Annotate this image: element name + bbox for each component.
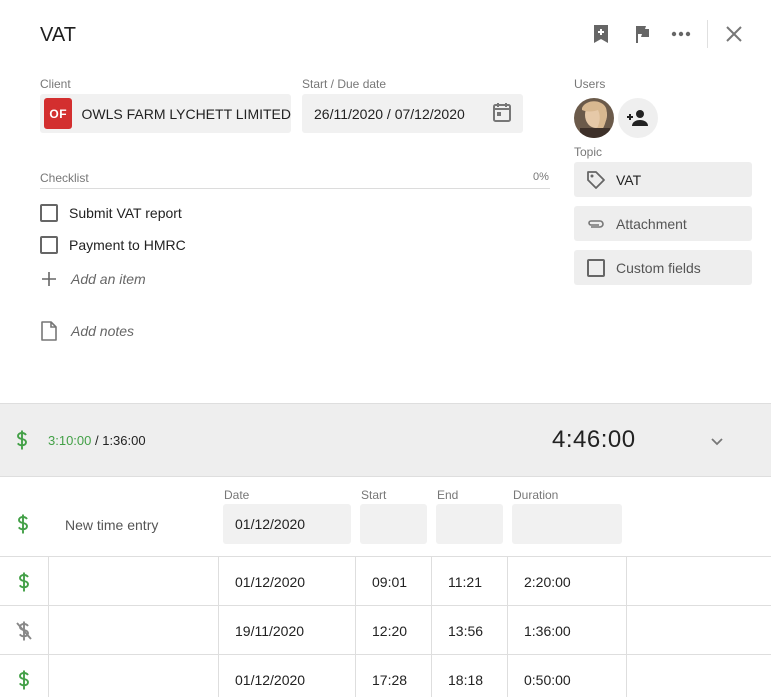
users-label: Users [574,77,606,91]
entry-duration[interactable]: 0:50:00 [508,655,627,697]
checklist-checkbox[interactable] [40,236,58,254]
duration-column-label: Duration [513,488,559,502]
checklist-item-label: Payment to HMRC [69,237,186,253]
time-entry-row[interactable]: 01/12/2020 17:28 18:18 0:50:00 [0,655,771,697]
total-time: 4:46:00 [552,426,636,453]
close-icon[interactable] [723,23,745,45]
attachment-button[interactable]: Attachment [574,206,752,241]
flag-icon[interactable] [631,23,653,45]
dollar-icon[interactable] [16,514,30,539]
entry-description[interactable] [49,606,219,655]
start-column-label: Start [361,488,387,502]
end-column-label: End [437,488,459,502]
date-range-value: 26/11/2020 / 07/12/2020 [314,105,465,122]
checklist-item[interactable]: Payment to HMRC [40,236,186,254]
topic-label: Topic [574,145,603,159]
entry-end[interactable]: 18:18 [432,655,508,697]
entry-description[interactable] [49,557,219,606]
time-entry-row[interactable]: 01/12/2020 09:01 11:21 2:20:00 [0,557,771,606]
entry-end-input[interactable] [436,504,503,544]
checkbox-outline-icon [587,258,605,277]
time-entry-row[interactable]: 19/11/2020 12:20 13:56 1:36:00 [0,606,771,655]
topic-value: VAT [616,171,642,188]
client-field[interactable]: OF OWLS FARM LYCHETT LIMITED [40,94,291,133]
checklist-item[interactable]: Submit VAT report [40,204,182,222]
entry-duration[interactable]: 1:36:00 [508,606,627,655]
person-add-icon [627,110,648,126]
dollar-icon [15,430,29,455]
new-time-entry-label: New time entry [65,517,159,533]
date-range-field[interactable]: 26/11/2020 / 07/12/2020 [302,94,523,133]
add-user-button[interactable] [618,98,658,138]
entry-duration[interactable]: 2:20:00 [508,557,627,606]
document-icon [41,321,57,341]
bookmark-add-icon[interactable] [590,23,612,45]
topic-button[interactable]: VAT [574,162,752,197]
plus-icon [42,272,56,286]
chevron-down-icon[interactable] [710,434,724,452]
add-notes-button[interactable]: Add notes [40,321,134,341]
date-column-label: Date [224,488,250,502]
entry-end[interactable]: 11:21 [432,557,508,606]
user-avatar[interactable] [574,98,614,138]
billable-dollar-icon[interactable] [0,655,49,697]
entry-date[interactable]: 01/12/2020 [219,557,356,606]
entry-end[interactable]: 13:56 [432,606,508,655]
entry-start[interactable]: 09:01 [356,557,432,606]
client-badge: OF [44,98,73,129]
entry-start[interactable]: 12:20 [356,606,432,655]
header-divider [707,20,708,48]
non-billable-dollar-icon[interactable] [0,606,49,655]
custom-fields-button[interactable]: Custom fields [574,250,752,285]
entry-description[interactable] [49,655,219,697]
non-billable-time: 1:36:00 [102,433,146,448]
checklist-item-label: Submit VAT report [69,205,182,221]
more-options-icon[interactable] [670,23,692,45]
calendar-icon[interactable] [493,102,511,125]
timer-summary: 3:10:00 / 1:36:00 [48,433,146,448]
billable-dollar-icon[interactable] [0,557,49,606]
checklist-progress: 0% [533,171,549,183]
entry-date[interactable]: 01/12/2020 [219,655,356,697]
add-notes-label: Add notes [71,323,135,339]
entry-duration-input[interactable] [512,504,622,544]
entry-date[interactable]: 19/11/2020 [219,606,356,655]
checklist-label: Checklist [40,171,89,185]
custom-fields-label: Custom fields [616,259,701,276]
client-name: OWLS FARM LYCHETT LIMITED [81,105,291,122]
entry-start-input[interactable] [360,504,427,544]
billable-time: 3:10:00 [48,433,92,448]
entry-date-input[interactable]: 01/12/2020 [223,504,351,544]
checklist-checkbox[interactable] [40,204,58,222]
entry-start[interactable]: 17:28 [356,655,432,697]
attachment-label: Attachment [616,215,687,232]
client-label: Client [40,77,71,91]
checklist-progress-bar [40,188,550,189]
tag-icon [587,170,605,189]
page-title: VAT [40,24,76,46]
add-checklist-item[interactable]: Add an item [40,270,146,288]
paperclip-icon [588,219,604,228]
dates-label: Start / Due date [302,77,387,91]
add-item-label: Add an item [71,271,146,287]
